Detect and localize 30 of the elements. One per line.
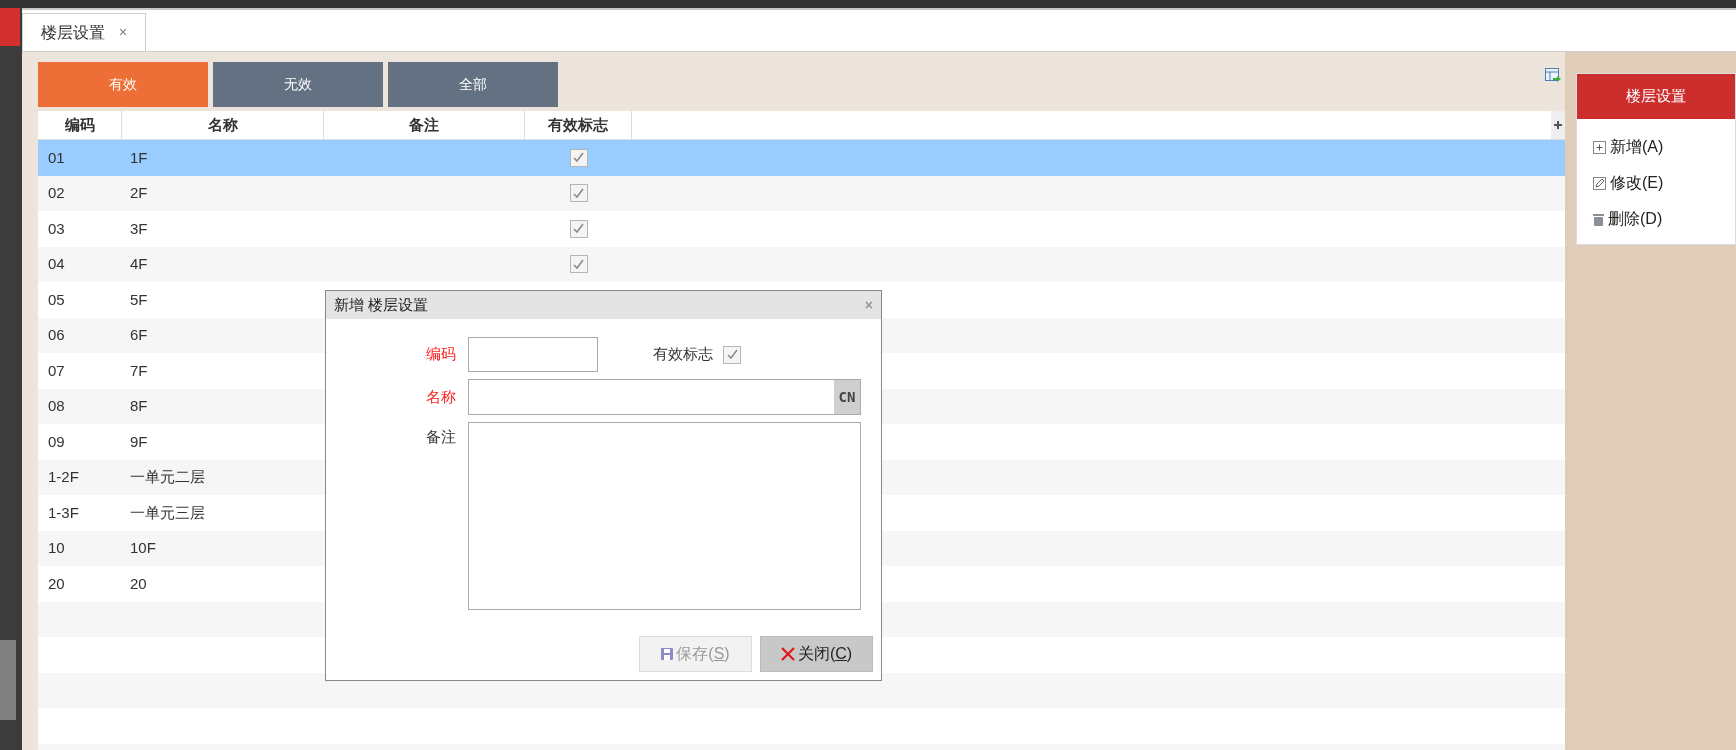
table-cell: 一单元三层 — [130, 503, 205, 521]
table-cell: 03 — [48, 219, 65, 237]
table-cell: 07 — [48, 361, 65, 379]
table-cell: 一单元二层 — [130, 468, 205, 485]
table-cell: 01 — [48, 148, 65, 166]
table-cell: 3F — [130, 219, 148, 237]
field-label: 名称 — [425, 386, 457, 407]
table-cell: 6F — [130, 326, 148, 343]
table-cell: 8F — [130, 397, 148, 414]
dialog-title: 新增 楼层设置 — [334, 294, 429, 315]
panel-title: 楼层设置 — [1577, 74, 1735, 119]
table-cell: 7F — [130, 361, 148, 379]
table-cell: 02 — [48, 184, 65, 201]
table-cell: 05 — [48, 290, 65, 308]
table-cell: 20 — [130, 574, 147, 592]
table-cell: 20 — [48, 574, 65, 592]
table-cell: 1-2F — [48, 468, 79, 485]
table-cell: 10F — [130, 539, 156, 556]
table-cell: 04 — [48, 255, 65, 272]
table-cell: 9F — [130, 432, 148, 450]
table-cell: 4F — [130, 255, 148, 272]
table-cell: 1F — [130, 148, 148, 166]
table-cell: 09 — [48, 432, 65, 450]
table-cell: 10 — [48, 539, 65, 556]
table-cell: 1-3F — [48, 503, 79, 521]
table-cell: 08 — [48, 397, 65, 414]
table-cell: 06 — [48, 326, 65, 343]
table-cell: 2F — [130, 184, 148, 201]
field-label: 备注 — [425, 427, 457, 447]
table-cell: 5F — [130, 290, 148, 308]
